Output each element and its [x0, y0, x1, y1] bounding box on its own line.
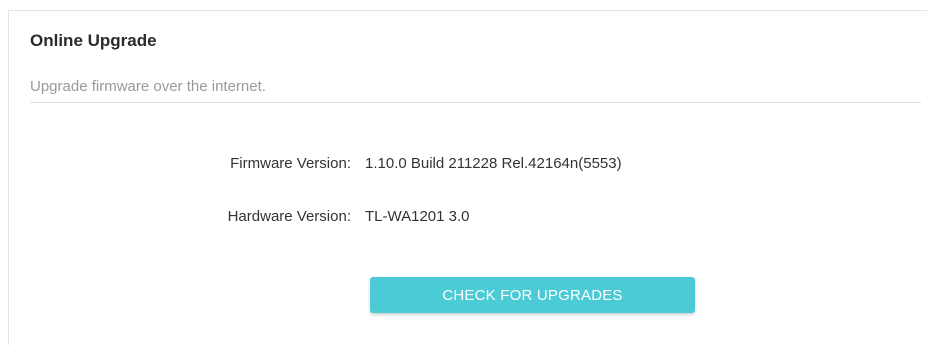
- firmware-version-label: Firmware Version:: [230, 155, 351, 172]
- section-divider: [30, 102, 921, 103]
- hardware-version-row: Hardware Version: TL-WA1201 3.0: [9, 208, 909, 228]
- hardware-version-value: TL-WA1201 3.0: [365, 208, 470, 225]
- firmware-version-value: 1.10.0 Build 211228 Rel.42164n(5553): [365, 155, 622, 172]
- online-upgrade-panel: Online Upgrade Upgrade firmware over the…: [8, 10, 927, 345]
- hardware-version-label: Hardware Version:: [227, 208, 351, 225]
- firmware-version-row: Firmware Version: 1.10.0 Build 211228 Re…: [9, 155, 909, 175]
- section-description: Upgrade firmware over the internet.: [30, 78, 266, 95]
- section-title: Online Upgrade: [30, 31, 157, 50]
- check-for-upgrades-button[interactable]: CHECK FOR UPGRADES: [370, 277, 695, 313]
